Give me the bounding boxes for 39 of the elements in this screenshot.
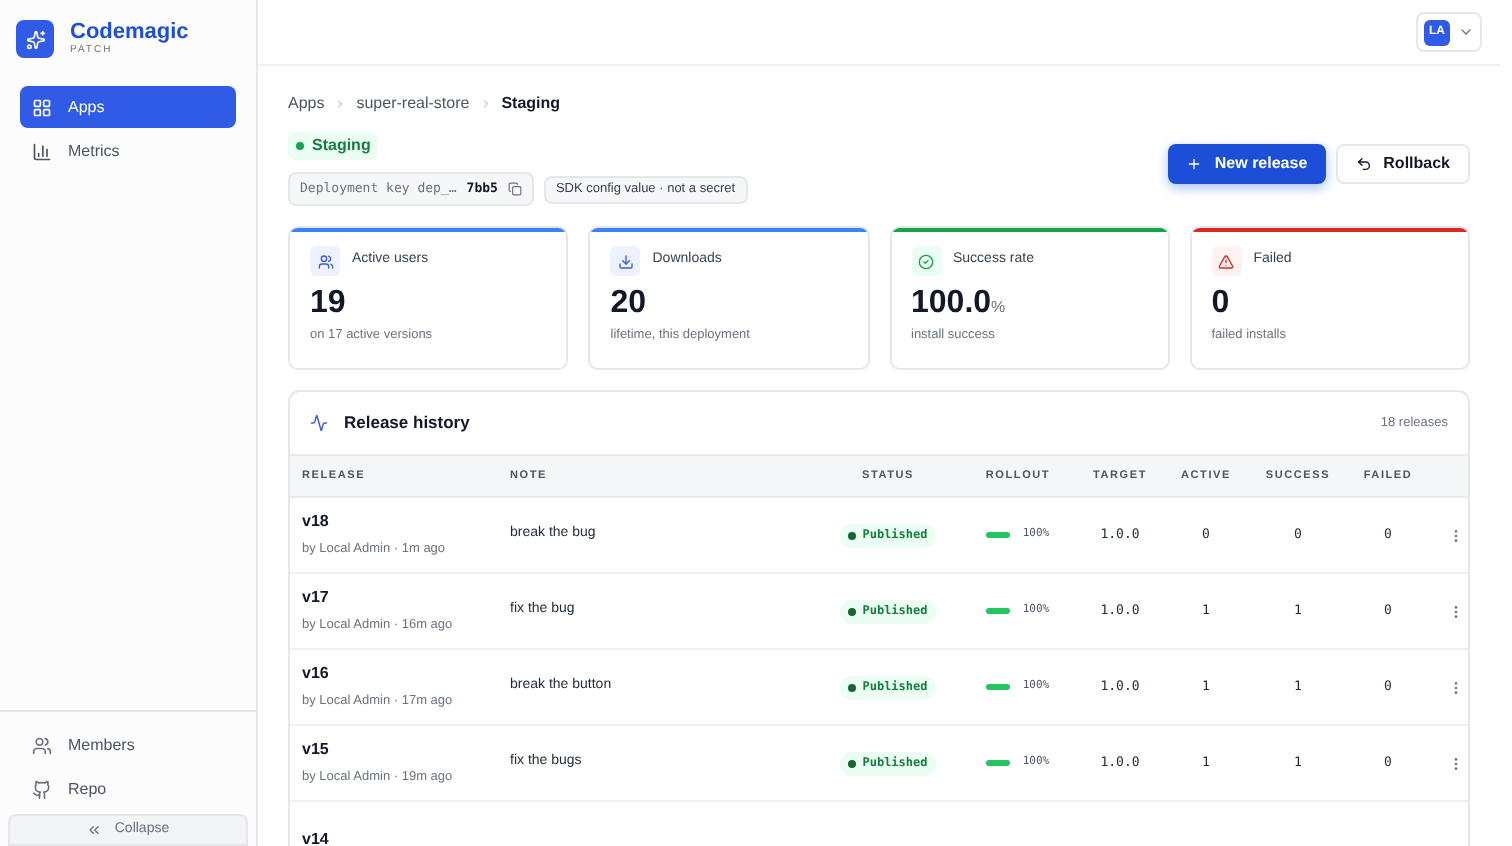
release-version: v16 — [302, 662, 331, 687]
bar-chart-icon — [32, 141, 52, 161]
sidebar-item[interactable]: Apps — [20, 86, 236, 128]
release-version: v17 — [302, 586, 331, 611]
undo-arrow-icon — [1355, 156, 1372, 172]
check-circle-icon — [918, 253, 934, 269]
warning-icon — [1218, 253, 1235, 269]
stat-value: 0 — [1211, 284, 1230, 324]
release-version: v18 — [302, 510, 331, 535]
users-icon — [32, 735, 52, 755]
release-version: v15 — [302, 738, 331, 763]
breadcrumb-link[interactable]: super-real-store — [356, 92, 470, 116]
chevron-right-icon — [479, 98, 492, 110]
chevron-down-icon — [1458, 24, 1474, 40]
environment-badge: Staging — [288, 132, 379, 160]
activity-icon — [310, 414, 328, 432]
stat-value: 100.0 — [911, 284, 992, 324]
breadcrumb-current: Staging — [501, 92, 561, 116]
new-release-button[interactable]: New release — [1168, 144, 1326, 184]
double-chevron-icon — [86, 822, 103, 838]
sidebar-item[interactable]: Metrics — [20, 130, 236, 172]
breadcrumb-link[interactable]: Apps — [288, 92, 325, 116]
chevron-right-icon — [334, 98, 347, 110]
rollback-button[interactable]: Rollback — [1335, 144, 1470, 184]
stat-unit: % — [991, 296, 1006, 320]
stat-value: 20 — [610, 284, 647, 324]
grid-icon — [32, 97, 52, 117]
panel-title: Release history — [344, 410, 470, 436]
release-version: v14 — [302, 827, 331, 846]
copy-button[interactable] — [507, 182, 522, 196]
sidebar-item[interactable]: Repo — [20, 768, 236, 810]
sidebar-item[interactable]: Members — [20, 724, 236, 766]
stat-value: 19 — [310, 284, 346, 324]
brand-name: Codemagic — [70, 22, 189, 44]
logo-icon — [16, 20, 54, 58]
users-icon — [317, 253, 333, 269]
download-icon — [617, 253, 634, 269]
github-icon — [32, 779, 52, 799]
plus-icon — [1186, 156, 1203, 172]
